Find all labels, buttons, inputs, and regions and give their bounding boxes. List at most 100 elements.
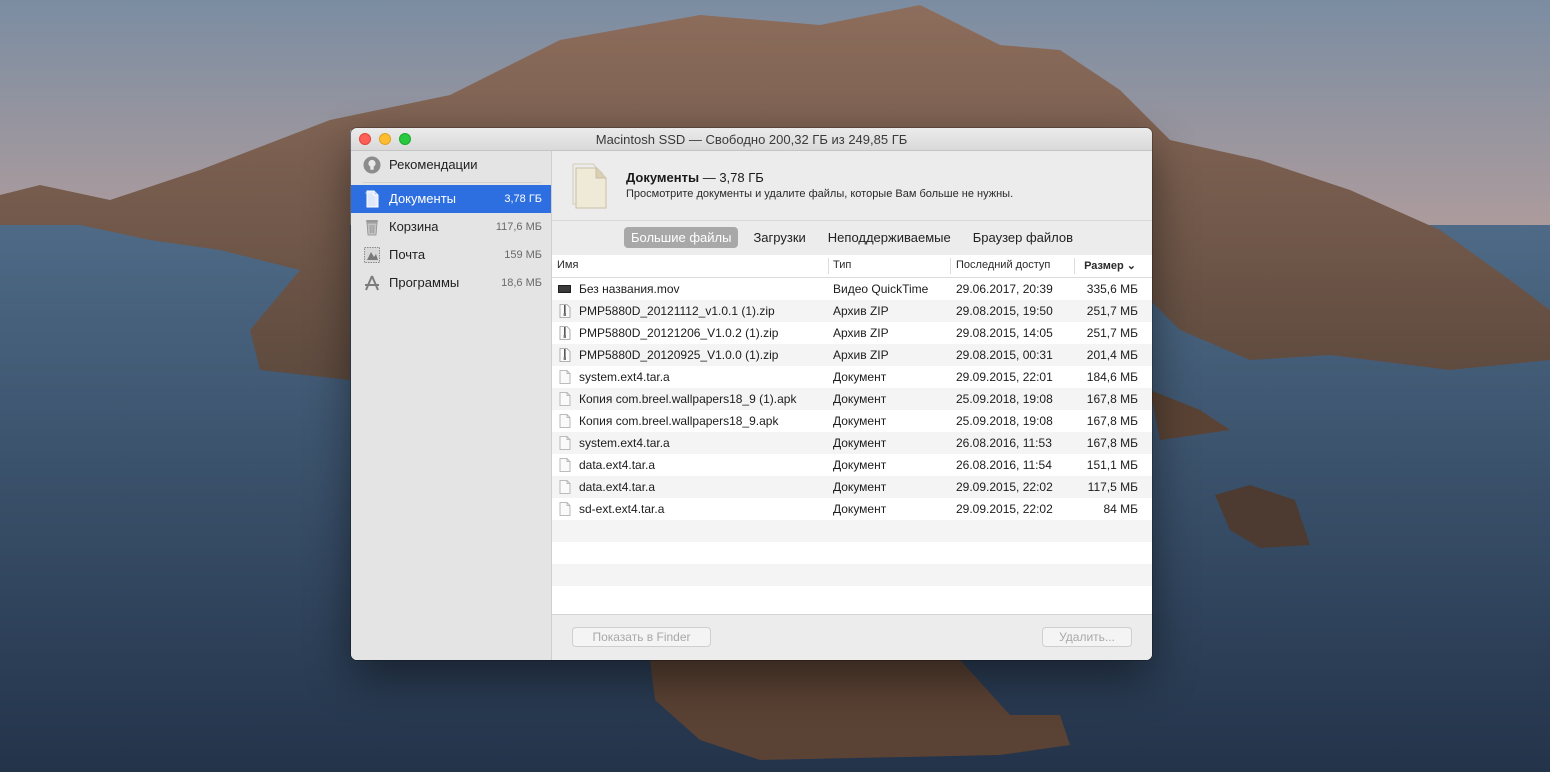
file-size-cell: 201,4 МБ [1086, 348, 1138, 362]
sidebar-item-applications[interactable]: Программы 18,6 МБ [351, 269, 551, 297]
empty-table-row [552, 520, 1152, 542]
table-row[interactable]: Без названия.mov Видео QuickTime 29.06.201… [552, 278, 1152, 300]
table-row[interactable]: PMP5880D_20121206_V1.0.2 (1).zip Архив ZI… [552, 322, 1152, 344]
file-name-cell: Копия com.breel.wallpapers18_9 (1).apk [579, 392, 797, 406]
sidebar-item-label: Программы [389, 275, 460, 290]
category-description: Просмотрите документы и удалите файлы, к… [626, 188, 1014, 200]
file-name-cell: sd-ext.ext4.tar.a [579, 502, 665, 516]
column-header-last-access[interactable]: Последний доступ [956, 259, 1050, 271]
category-heading: Документы — 3,78 ГБ [626, 170, 764, 185]
file-size-cell: 184,6 МБ [1086, 370, 1138, 384]
column-divider[interactable] [1074, 258, 1075, 274]
file-size-cell: 167,8 МБ [1086, 392, 1138, 406]
sort-descending-icon: ⌄ [1126, 260, 1136, 272]
file-size-cell: 151,1 МБ [1086, 458, 1138, 472]
files-table: Имя Тип Последний доступ Размер ⌄ Без на… [552, 255, 1152, 615]
show-in-finder-button[interactable]: Показать в Finder [572, 627, 711, 647]
table-row[interactable]: data.ext4.tar.a Документ 29.09.2015, 22:02… [552, 476, 1152, 498]
sidebar-divider [363, 182, 541, 183]
sidebar-item-size: 3,78 ГБ [504, 193, 542, 205]
category-name: Документы [626, 170, 700, 185]
last-access-cell: 29.09.2015, 22:01 [956, 370, 1053, 384]
last-access-cell: 29.09.2015, 22:02 [956, 480, 1053, 494]
file-type-cell: Документ [833, 392, 887, 406]
file-name-cell: Копия com.breel.wallpapers18_9.apk [579, 414, 779, 428]
tab-unsupported[interactable]: Неподдерживаемые [821, 227, 958, 248]
file-size-cell: 251,7 МБ [1086, 304, 1138, 318]
tab-large-files[interactable]: Большие файлы [623, 227, 739, 248]
file-name-cell: PMP5880D_20120925_V1.0.0 (1).zip [579, 348, 779, 362]
sidebar-item-size: 117,6 МБ [495, 221, 542, 233]
file-name-cell: PMP5880D_20121112_v1.0.1 (1).zip [579, 304, 775, 318]
last-access-cell: 26.08.2016, 11:53 [956, 436, 1052, 450]
file-size-cell: 335,6 МБ [1086, 282, 1138, 296]
documents-category-icon [572, 163, 607, 209]
column-divider[interactable] [950, 258, 951, 274]
file-type-cell: Видео QuickTime [833, 282, 929, 296]
sidebar-item-trash[interactable]: Корзина 117,6 МБ [351, 213, 551, 241]
empty-table-row [552, 542, 1152, 564]
storage-management-window: Macintosh SSD — Свободно 200,32 ГБ из 24… [351, 128, 1152, 660]
lightbulb-icon [363, 156, 381, 174]
sidebar-item-label: Почта [389, 247, 426, 262]
sidebar-item-label: Корзина [389, 219, 439, 234]
tab-file-browser[interactable]: Браузер файлов [966, 227, 1080, 248]
column-header-size-label: Размер [1084, 260, 1124, 272]
table-row[interactable]: sd-ext.ext4.tar.a Документ 29.09.2015, 22:… [552, 498, 1152, 520]
column-header-type[interactable]: Тип [833, 259, 851, 271]
file-size-cell: 117,5 МБ [1087, 480, 1138, 494]
main-pane: Документы — 3,78 ГБ Просмотрите документ… [552, 151, 1152, 660]
table-row[interactable]: Копия com.breel.wallpapers18_9.apk Докуме… [552, 410, 1152, 432]
tab-downloads[interactable]: Загрузки [746, 227, 812, 248]
header-divider [552, 220, 1152, 221]
footer-bar: Показать в Finder Удалить... [552, 614, 1152, 660]
file-type-cell: Архив ZIP [833, 348, 889, 362]
file-type-cell: Документ [833, 370, 887, 384]
sidebar-item-size: 18,6 МБ [501, 277, 542, 289]
empty-table-row [552, 586, 1152, 608]
file-name-cell: system.ext4.tar.a [579, 370, 670, 384]
file-type-cell: Архив ZIP [833, 326, 889, 340]
delete-button[interactable]: Удалить... [1042, 627, 1132, 647]
column-header-size[interactable]: Размер ⌄ [1084, 259, 1136, 272]
file-name-cell: PMP5880D_20121206_V1.0.2 (1).zip [579, 326, 779, 340]
sidebar-item-recommendations[interactable]: Рекомендации [351, 151, 551, 179]
table-row[interactable]: system.ext4.tar.a Документ 26.08.2016, 11:… [552, 432, 1152, 454]
category-size: — 3,78 ГБ [699, 170, 764, 185]
column-header-name[interactable]: Имя [557, 259, 578, 271]
last-access-cell: 25.09.2018, 19:08 [956, 392, 1053, 406]
last-access-cell: 29.06.2017, 20:39 [956, 282, 1053, 296]
sidebar-item-mail[interactable]: Почта 159 МБ [351, 241, 551, 269]
file-type-cell: Документ [833, 436, 887, 450]
window-title: Macintosh SSD — Свободно 200,32 ГБ из 24… [595, 132, 908, 147]
last-access-cell: 29.09.2015, 22:02 [956, 502, 1053, 516]
view-tabs: Большие файлы Загрузки Неподдерживаемые Бра… [552, 227, 1152, 249]
file-name-cell: data.ext4.tar.a [579, 480, 656, 494]
table-row[interactable]: Копия com.breel.wallpapers18_9 (1).apk До… [552, 388, 1152, 410]
file-type-cell: Документ [833, 414, 887, 428]
applications-icon [365, 275, 379, 291]
sidebar: Рекомендации Документы 3,78 ГБ Корзина 1… [351, 151, 552, 660]
file-size-cell: 167,8 МБ [1086, 436, 1138, 450]
table-header: Имя Тип Последний доступ Размер ⌄ [552, 255, 1152, 278]
sidebar-item-label: Рекомендации [389, 157, 478, 172]
last-access-cell: 29.08.2015, 00:31 [956, 348, 1053, 362]
file-size-cell: 84 МБ [1103, 502, 1138, 516]
window-titlebar[interactable]: Macintosh SSD — Свободно 200,32 ГБ из 24… [351, 128, 1152, 151]
table-row[interactable]: PMP5880D_20120925_V1.0.0 (1).zip Архив ZI… [552, 344, 1152, 366]
table-row[interactable]: data.ext4.tar.a Документ 26.08.2016, 11:54… [552, 454, 1152, 476]
file-size-cell: 167,8 МБ [1086, 414, 1138, 428]
table-row[interactable]: system.ext4.tar.a Документ 29.09.2015, 22:… [552, 366, 1152, 388]
column-divider[interactable] [828, 258, 829, 274]
table-body: Без названия.mov Видео QuickTime 29.06.201… [552, 278, 1152, 608]
file-name-cell: Без названия.mov [579, 282, 680, 296]
file-type-cell: Архив ZIP [833, 304, 889, 318]
file-type-cell: Документ [833, 502, 887, 516]
last-access-cell: 29.08.2015, 19:50 [956, 304, 1053, 318]
empty-table-row [552, 564, 1152, 586]
sidebar-item-documents[interactable]: Документы 3,78 ГБ [351, 185, 551, 213]
sidebar-item-label: Документы [389, 191, 457, 206]
table-row[interactable]: PMP5880D_20121112_v1.0.1 (1).zip Архив ZI… [552, 300, 1152, 322]
file-type-cell: Документ [833, 480, 887, 494]
document-icon [365, 190, 379, 208]
